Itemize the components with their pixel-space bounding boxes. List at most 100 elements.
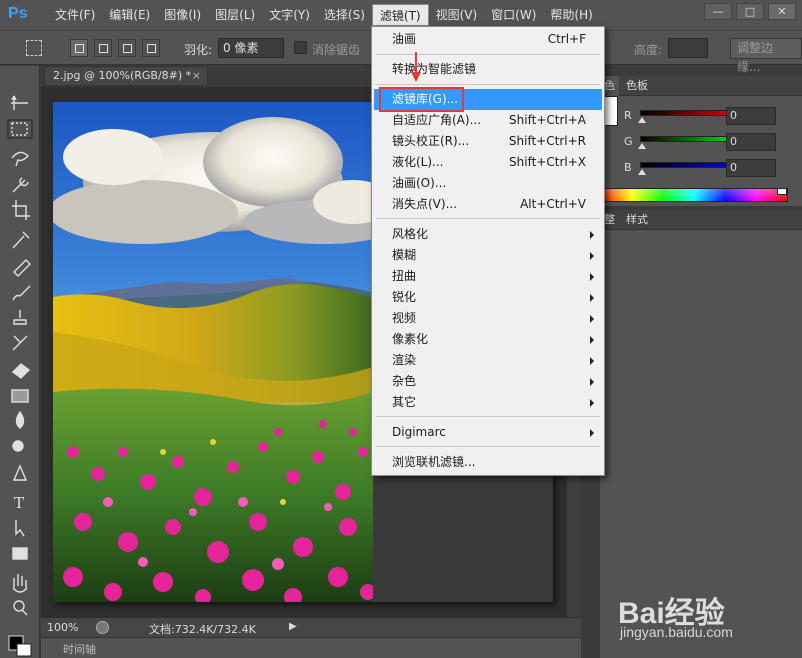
menu-item-label: 模糊 bbox=[392, 248, 417, 262]
red-thumb[interactable] bbox=[638, 117, 646, 123]
menu-item-label: 锐化 bbox=[392, 290, 417, 304]
green-value-input[interactable]: 0 bbox=[726, 133, 776, 151]
menu-item-other[interactable]: 其它 bbox=[374, 392, 602, 413]
submenu-arrow-icon bbox=[590, 336, 594, 344]
menu-select[interactable]: 选择(S) bbox=[317, 4, 372, 26]
new-selection-button[interactable] bbox=[70, 39, 88, 57]
marquee-preset-icon[interactable] bbox=[26, 40, 42, 56]
feather-label: 羽化: bbox=[184, 43, 213, 57]
menu-item-digimarc[interactable]: Digimarc bbox=[374, 422, 602, 443]
menu-item-render[interactable]: 渲染 bbox=[374, 350, 602, 371]
menu-item-shortcut: Shift+Ctrl+A bbox=[509, 113, 586, 127]
antialias-checkbox[interactable] bbox=[294, 41, 307, 54]
menu-item-convert-smart-filter[interactable]: 转换为智能滤镜 bbox=[374, 59, 602, 80]
zoom-tool-icon bbox=[13, 600, 25, 612]
tab-styles[interactable]: 样式 bbox=[622, 210, 652, 230]
menu-item-noise[interactable]: 杂色 bbox=[374, 371, 602, 392]
blur-tool-icon bbox=[15, 410, 25, 429]
baidu-jingyan-watermark: Bai经验 jingyan.baidu.com bbox=[602, 570, 802, 658]
photoshop-logo: Ps bbox=[8, 5, 28, 22]
submenu-arrow-icon bbox=[590, 399, 594, 407]
type-tool-icon: T bbox=[14, 494, 24, 512]
menu-view[interactable]: 视图(V) bbox=[429, 4, 485, 26]
intersect-selection-icon bbox=[147, 44, 156, 53]
timeline-panel[interactable]: 时间轴 bbox=[41, 637, 581, 658]
menu-item-pixelate[interactable]: 像素化 bbox=[374, 329, 602, 350]
menu-item-distort[interactable]: 扭曲 bbox=[374, 266, 602, 287]
brush-tool-icon bbox=[12, 285, 31, 301]
menu-item-browse-online-filters[interactable]: 浏览联机滤镜... bbox=[374, 452, 602, 473]
red-slider[interactable]: R 0 bbox=[624, 106, 802, 128]
menu-separator bbox=[376, 84, 600, 85]
green-slider[interactable]: G 0 bbox=[624, 132, 802, 154]
status-expand-arrow-icon[interactable]: ▶ bbox=[289, 620, 301, 634]
menu-item-label: 渲染 bbox=[392, 353, 417, 367]
green-thumb[interactable] bbox=[638, 143, 646, 149]
menu-item-sharpen[interactable]: 锐化 bbox=[374, 287, 602, 308]
menu-item-label: 液化(L)... bbox=[392, 155, 444, 169]
submenu-arrow-icon bbox=[590, 378, 594, 386]
blue-value-input[interactable]: 0 bbox=[726, 159, 776, 177]
menu-item-lens-correction[interactable]: 镜头校正(R)... Shift+Ctrl+R bbox=[374, 131, 602, 152]
tools-icons: T bbox=[7, 95, 33, 657]
marquee-tool-icon bbox=[11, 122, 28, 136]
menu-file[interactable]: 文件(F) bbox=[48, 4, 102, 26]
submenu-arrow-icon bbox=[590, 231, 594, 239]
green-label: G bbox=[624, 135, 633, 148]
menu-separator bbox=[376, 54, 600, 55]
menu-item-shortcut: Shift+Ctrl+R bbox=[508, 134, 586, 148]
path-select-tool-icon bbox=[15, 520, 25, 537]
height-label: 高度: bbox=[634, 43, 663, 57]
subtract-selection-button[interactable] bbox=[118, 39, 136, 57]
menu-item-oil-paint[interactable]: 油画(O)... bbox=[374, 173, 602, 194]
tab-swatches[interactable]: 色板 bbox=[622, 76, 652, 96]
color-spectrum-bar[interactable] bbox=[600, 188, 788, 202]
menu-image[interactable]: 图像(I) bbox=[157, 4, 208, 26]
menu-layer[interactable]: 图层(L) bbox=[208, 4, 262, 26]
menu-item-video[interactable]: 视频 bbox=[374, 308, 602, 329]
tools-panel: T bbox=[0, 66, 40, 658]
move-tool-icon bbox=[11, 95, 28, 110]
document-size-info: 文档:732.4K/732.4K bbox=[149, 623, 256, 636]
close-doc-icon[interactable]: × bbox=[192, 67, 201, 85]
feather-input[interactable]: 0 像素 bbox=[218, 38, 284, 58]
menu-item-label: 油画(O)... bbox=[392, 176, 447, 190]
restore-button[interactable]: □ bbox=[736, 3, 764, 20]
dodge-tool-icon bbox=[12, 440, 24, 452]
menu-item-label: 自适应广角(A)... bbox=[392, 113, 482, 127]
menu-window[interactable]: 窗口(W) bbox=[484, 4, 543, 26]
height-input[interactable] bbox=[668, 38, 708, 58]
menu-item-blur[interactable]: 模糊 bbox=[374, 245, 602, 266]
close-button[interactable]: ✕ bbox=[768, 3, 796, 20]
eraser-tool-icon bbox=[11, 363, 31, 379]
submenu-arrow-icon bbox=[590, 357, 594, 365]
add-selection-button[interactable] bbox=[94, 39, 112, 57]
blue-slider[interactable]: B 0 bbox=[624, 158, 802, 180]
minimize-button[interactable]: — bbox=[704, 3, 732, 20]
menu-filter[interactable]: 滤镜(T) bbox=[371, 4, 429, 26]
document-tab[interactable]: 2.jpg @ 100%(RGB/8#) * × bbox=[44, 66, 208, 86]
menu-item-vanishing-point[interactable]: 消失点(V)... Alt+Ctrl+V bbox=[374, 194, 602, 215]
menu-edit[interactable]: 编辑(E) bbox=[102, 4, 157, 26]
color-panel: 色 色板 R 0 G 0 B 0 bbox=[600, 76, 802, 206]
blue-thumb[interactable] bbox=[638, 169, 646, 175]
refine-edge-button[interactable]: 调整边缘... bbox=[730, 38, 802, 74]
menu-help[interactable]: 帮助(H) bbox=[543, 4, 599, 26]
intersect-selection-button[interactable] bbox=[142, 39, 160, 57]
rectangle-tool-icon bbox=[12, 547, 28, 560]
menu-item-label: 浏览联机滤镜... bbox=[392, 455, 476, 469]
status-menu-icon[interactable] bbox=[96, 621, 109, 634]
spectrum-white-swatch[interactable] bbox=[777, 188, 787, 195]
crop-tool-icon bbox=[12, 200, 30, 220]
menu-item-last-filter[interactable]: 油画 Ctrl+F bbox=[374, 29, 602, 50]
zoom-level[interactable]: 100% bbox=[47, 621, 78, 634]
menu-item-adaptive-wide-angle[interactable]: 自适应广角(A)... Shift+Ctrl+A bbox=[374, 110, 602, 131]
menu-item-stylize[interactable]: 风格化 bbox=[374, 224, 602, 245]
pen-tool-icon bbox=[12, 464, 28, 481]
menu-item-shortcut: Alt+Ctrl+V bbox=[520, 197, 586, 211]
red-value-input[interactable]: 0 bbox=[726, 107, 776, 125]
submenu-arrow-icon bbox=[590, 252, 594, 260]
menu-item-liquify[interactable]: 液化(L)... Shift+Ctrl+X bbox=[374, 152, 602, 173]
background-color-swatch bbox=[16, 643, 32, 657]
menu-type[interactable]: 文字(Y) bbox=[262, 4, 317, 26]
